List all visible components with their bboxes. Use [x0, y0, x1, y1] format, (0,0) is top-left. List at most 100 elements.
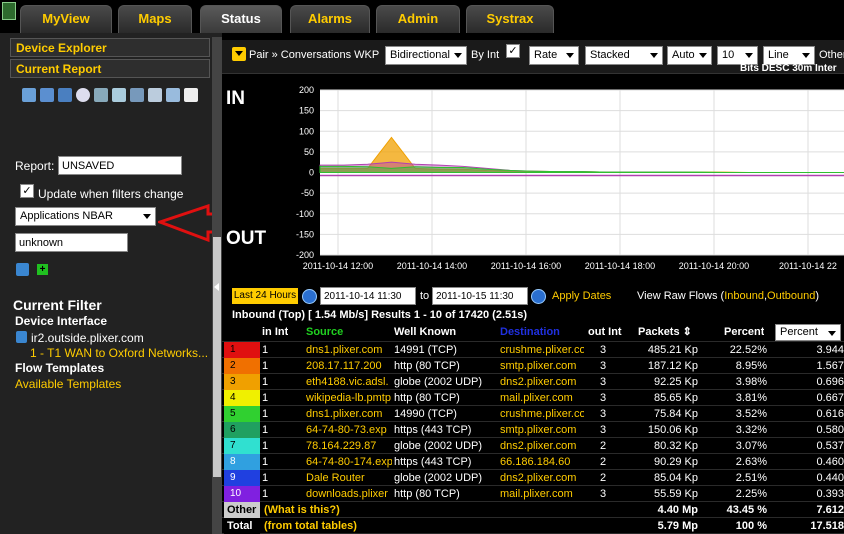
open-icon[interactable]: [22, 88, 36, 102]
table-row[interactable]: 6 1 64-74-80-73.exp https (443 TCP) smtp.pli…: [222, 422, 844, 438]
update-checkbox[interactable]: ✓: [20, 184, 34, 198]
cell-src[interactable]: dns1.plixer.com: [306, 406, 392, 422]
available-templates-link[interactable]: Available Templates: [15, 377, 121, 391]
cell-v: 0.393: [816, 488, 844, 500]
cell-pk: 80.32 Kp: [653, 440, 698, 452]
cell-v: 0.460: [816, 456, 844, 468]
col-percent[interactable]: Percent: [724, 323, 764, 339]
schedule-icon[interactable]: [76, 88, 90, 102]
device-interface-link[interactable]: 1 - T1 WAN to Oxford Networks...: [30, 346, 210, 360]
auto-select[interactable]: Auto: [667, 46, 712, 65]
export-icon[interactable]: [130, 88, 144, 102]
cell-dst[interactable]: dns2.plixer.com: [500, 374, 584, 390]
table-row[interactable]: 3 1 eth4188.vic.adsl. globe (2002 UDP) dns2.…: [222, 374, 844, 390]
link-icon[interactable]: [166, 88, 180, 102]
cell-in: 1: [262, 344, 269, 356]
by-int-checkbox[interactable]: ✓: [506, 44, 520, 58]
last-24-hours-button[interactable]: Last 24 Hours: [232, 288, 298, 304]
table-row[interactable]: 7 1 78.164.229.87 globe (2002 UDP) dns2.plix…: [222, 438, 844, 454]
other-note[interactable]: (What is this?): [264, 502, 340, 518]
app-select-value: Applications NBAR: [20, 210, 113, 222]
save-icon[interactable]: [40, 88, 54, 102]
outbound-link[interactable]: Outbound: [767, 290, 815, 302]
cell-src[interactable]: eth4188.vic.adsl.: [306, 374, 392, 390]
cell-dst[interactable]: crushme.plixer.co: [500, 406, 584, 422]
col-out-int[interactable]: out Int: [588, 323, 622, 339]
chevron-down-icon: [802, 53, 810, 58]
trash-icon[interactable]: [16, 263, 29, 276]
cell-src[interactable]: 208.17.117.200: [306, 358, 392, 374]
col-source[interactable]: Source: [306, 323, 343, 339]
cell-in: 1: [262, 392, 269, 404]
table-row[interactable]: 5 1 dns1.plixer.com 14990 (TCP) crushme.plix…: [222, 406, 844, 422]
print-icon[interactable]: [94, 88, 108, 102]
chevron-down-icon: [235, 51, 243, 56]
table-row[interactable]: 2 1 208.17.117.200 http (80 TCP) smtp.plixer…: [222, 358, 844, 374]
table-row[interactable]: 1 1 dns1.plixer.com 14991 (TCP) crushme.plix…: [222, 342, 844, 358]
cell-dst[interactable]: crushme.plixer.co: [500, 342, 584, 358]
tab-admin[interactable]: Admin: [376, 5, 460, 33]
end-date-input[interactable]: [432, 287, 528, 305]
table-row[interactable]: 4 1 wikipedia-lb.pmtp http (80 TCP) mail.pli…: [222, 390, 844, 406]
start-date-input[interactable]: [320, 287, 416, 305]
report-name-input[interactable]: [58, 156, 182, 175]
cell-dst[interactable]: dns2.plixer.com: [500, 470, 584, 486]
pdf-icon[interactable]: [184, 88, 198, 102]
splitter-grip[interactable]: [213, 237, 221, 477]
chevron-down-icon: [566, 53, 574, 58]
csv-icon[interactable]: [148, 88, 162, 102]
metric-select[interactable]: Percent: [775, 324, 841, 341]
direction-select[interactable]: Bidirectional: [385, 46, 467, 65]
rate-select[interactable]: Rate: [529, 46, 579, 65]
col-well-known[interactable]: Well Known: [394, 323, 456, 339]
cell-dst[interactable]: smtp.plixer.com: [500, 422, 584, 438]
app-select[interactable]: Applications NBAR: [15, 207, 156, 226]
table-row-total: Total (from total tables) 5.79 Mp 100 % 17.5…: [222, 518, 844, 534]
cell-dst[interactable]: mail.plixer.com: [500, 390, 584, 406]
inbound-link[interactable]: Inbound: [724, 290, 764, 302]
col-in-int[interactable]: in Int: [262, 323, 288, 339]
email-icon[interactable]: [112, 88, 126, 102]
table-row[interactable]: 10 1 downloads.plixer http (80 TCP) mail.pli…: [222, 486, 844, 502]
cell-v: 0.440: [816, 472, 844, 484]
cell-src[interactable]: downloads.plixer: [306, 486, 392, 502]
trash-icon[interactable]: [16, 331, 27, 343]
device-explorer-header[interactable]: Device Explorer: [10, 38, 210, 57]
report-menu-icon[interactable]: [232, 47, 246, 61]
cell-out: 3: [600, 360, 607, 372]
cell-src[interactable]: 64-74-80-174.exp: [306, 454, 392, 470]
cell-dst[interactable]: smtp.plixer.com: [500, 358, 584, 374]
report-label: Report:: [15, 159, 55, 173]
cell-src[interactable]: dns1.plixer.com: [306, 342, 392, 358]
total-pct: 100 %: [735, 520, 767, 532]
cell-src[interactable]: Dale Router: [306, 470, 392, 486]
current-report-header[interactable]: Current Report: [10, 59, 210, 78]
tab-systrax[interactable]: Systrax: [466, 5, 554, 33]
row-color-swatch: 3: [224, 374, 260, 390]
filter-input[interactable]: [15, 233, 128, 252]
cell-dst[interactable]: dns2.plixer.com: [500, 438, 584, 454]
by-int-label: By Int: [471, 49, 500, 61]
cell-dst[interactable]: 66.186.184.60: [500, 454, 584, 470]
table-row[interactable]: 8 1 64-74-80-174.exp https (443 TCP) 66.186.…: [222, 454, 844, 470]
tab-status[interactable]: Status: [200, 5, 282, 33]
cell-src[interactable]: wikipedia-lb.pmtp: [306, 390, 392, 406]
next-period-icon[interactable]: [531, 289, 546, 304]
tab-alarms[interactable]: Alarms: [290, 5, 370, 33]
tab-maps[interactable]: Maps: [118, 5, 192, 33]
apply-dates-link[interactable]: Apply Dates: [552, 290, 611, 302]
x-tick-label: 2011-10-14 16:00: [491, 261, 561, 271]
total-label: Total: [224, 518, 260, 534]
add-icon[interactable]: +: [37, 264, 48, 275]
prev-period-icon[interactable]: [302, 289, 317, 304]
col-packets[interactable]: Packets ⇕: [638, 323, 692, 339]
tab-myview[interactable]: MyView: [20, 5, 112, 33]
table-row[interactable]: 9 1 Dale Router globe (2002 UDP) dns2.plixer…: [222, 470, 844, 486]
collapse-left-icon[interactable]: [214, 283, 219, 291]
stacked-select[interactable]: Stacked: [585, 46, 663, 65]
cell-dst[interactable]: mail.plixer.com: [500, 486, 584, 502]
cell-src[interactable]: 64-74-80-73.exp: [306, 422, 392, 438]
cell-src[interactable]: 78.164.229.87: [306, 438, 392, 454]
col-destination[interactable]: Destination: [500, 323, 560, 339]
save-as-icon[interactable]: [58, 88, 72, 102]
